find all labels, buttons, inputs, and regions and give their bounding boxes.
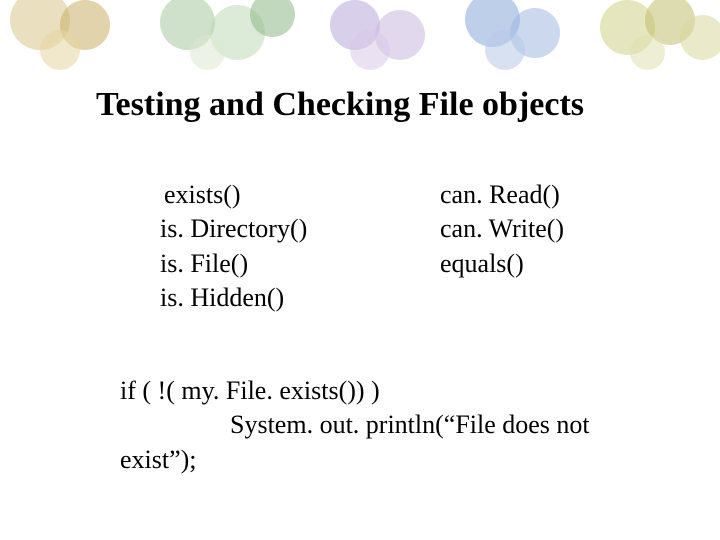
method-item: is. Hidden() xyxy=(160,281,440,315)
left-column: exists() is. Directory() is. File() is. … xyxy=(160,178,440,315)
method-item: is. File() xyxy=(160,247,440,281)
code-example: if ( !( my. File. exists()) ) System. ou… xyxy=(120,374,680,477)
right-column: can. Read() can. Write() equals() xyxy=(440,178,640,315)
method-item: equals() xyxy=(440,247,640,281)
code-line: exist”); xyxy=(120,443,680,477)
method-item: can. Read() xyxy=(440,178,640,212)
slide: Testing and Checking File objects exists… xyxy=(0,0,720,540)
method-item: can. Write() xyxy=(440,212,640,246)
method-columns: exists() is. Directory() is. File() is. … xyxy=(160,178,640,315)
method-item: is. Directory() xyxy=(160,212,440,246)
code-line: if ( !( my. File. exists()) ) xyxy=(120,374,680,408)
code-line: System. out. println(“File does not xyxy=(120,408,680,442)
method-item: exists() xyxy=(160,178,440,212)
slide-title: Testing and Checking File objects xyxy=(96,86,696,124)
decorative-banner xyxy=(0,0,720,72)
